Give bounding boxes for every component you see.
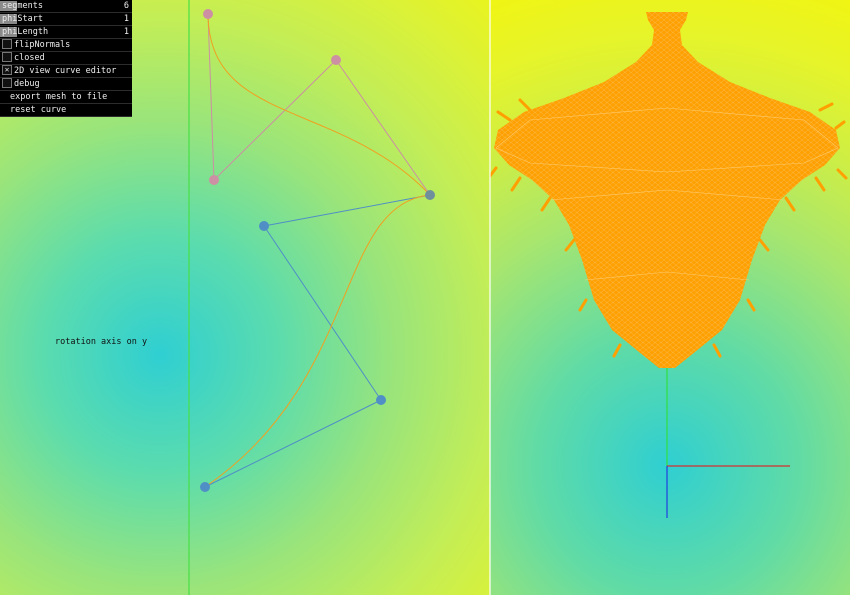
profile-curve [204, 13, 432, 488]
debug-toggle[interactable]: debug [0, 77, 132, 91]
control-point[interactable] [331, 55, 341, 65]
checkbox[interactable] [2, 51, 12, 62]
checkbox[interactable] [2, 38, 12, 49]
toggle-label: flipNormals [14, 40, 71, 50]
segments-slider[interactable]: segments 6 [0, 0, 132, 13]
toggle-label: closed [14, 53, 45, 63]
slider-label: phiStart [2, 14, 43, 24]
export-mesh-button[interactable]: export mesh to file [0, 91, 132, 104]
upper-control-polygon [207, 13, 431, 196]
slider-value: 1 [123, 14, 129, 24]
toggle-label: debug [14, 79, 40, 89]
2d-view-toggle[interactable]: ✕ 2D view curve editor [0, 64, 132, 78]
rotation-axis-label: rotation axis on y [55, 337, 148, 347]
slider-label: phiLength [2, 27, 49, 37]
button-label: export mesh to file [10, 92, 108, 102]
control-point[interactable] [376, 395, 386, 405]
control-point[interactable] [425, 190, 435, 200]
toggle-label: 2D view curve editor [14, 66, 117, 76]
control-panel: segments 6 phiStart 1 phiLength 1 flipNo… [0, 0, 132, 117]
button-label: reset curve [10, 105, 67, 115]
checkbox[interactable] [2, 77, 12, 88]
mesh-canvas[interactable] [490, 0, 850, 595]
checkbox-checked[interactable]: ✕ [2, 64, 12, 75]
slider-value: 6 [123, 1, 129, 11]
slider-label: segments [2, 1, 43, 11]
control-point[interactable] [209, 175, 219, 185]
closed-toggle[interactable]: closed [0, 51, 132, 65]
3d-mesh-viewport[interactable] [490, 0, 850, 595]
lathe-mesh [490, 12, 848, 368]
control-point[interactable] [200, 482, 210, 492]
control-point[interactable] [259, 221, 269, 231]
phistart-slider[interactable]: phiStart 1 [0, 13, 132, 26]
slider-value: 1 [123, 27, 129, 37]
philength-slider[interactable]: phiLength 1 [0, 26, 132, 39]
control-point[interactable] [203, 9, 213, 19]
flipnormals-toggle[interactable]: flipNormals [0, 38, 132, 52]
lower-control-polygon [204, 194, 431, 488]
viewport-divider [489, 0, 491, 595]
reset-curve-button[interactable]: reset curve [0, 104, 132, 117]
